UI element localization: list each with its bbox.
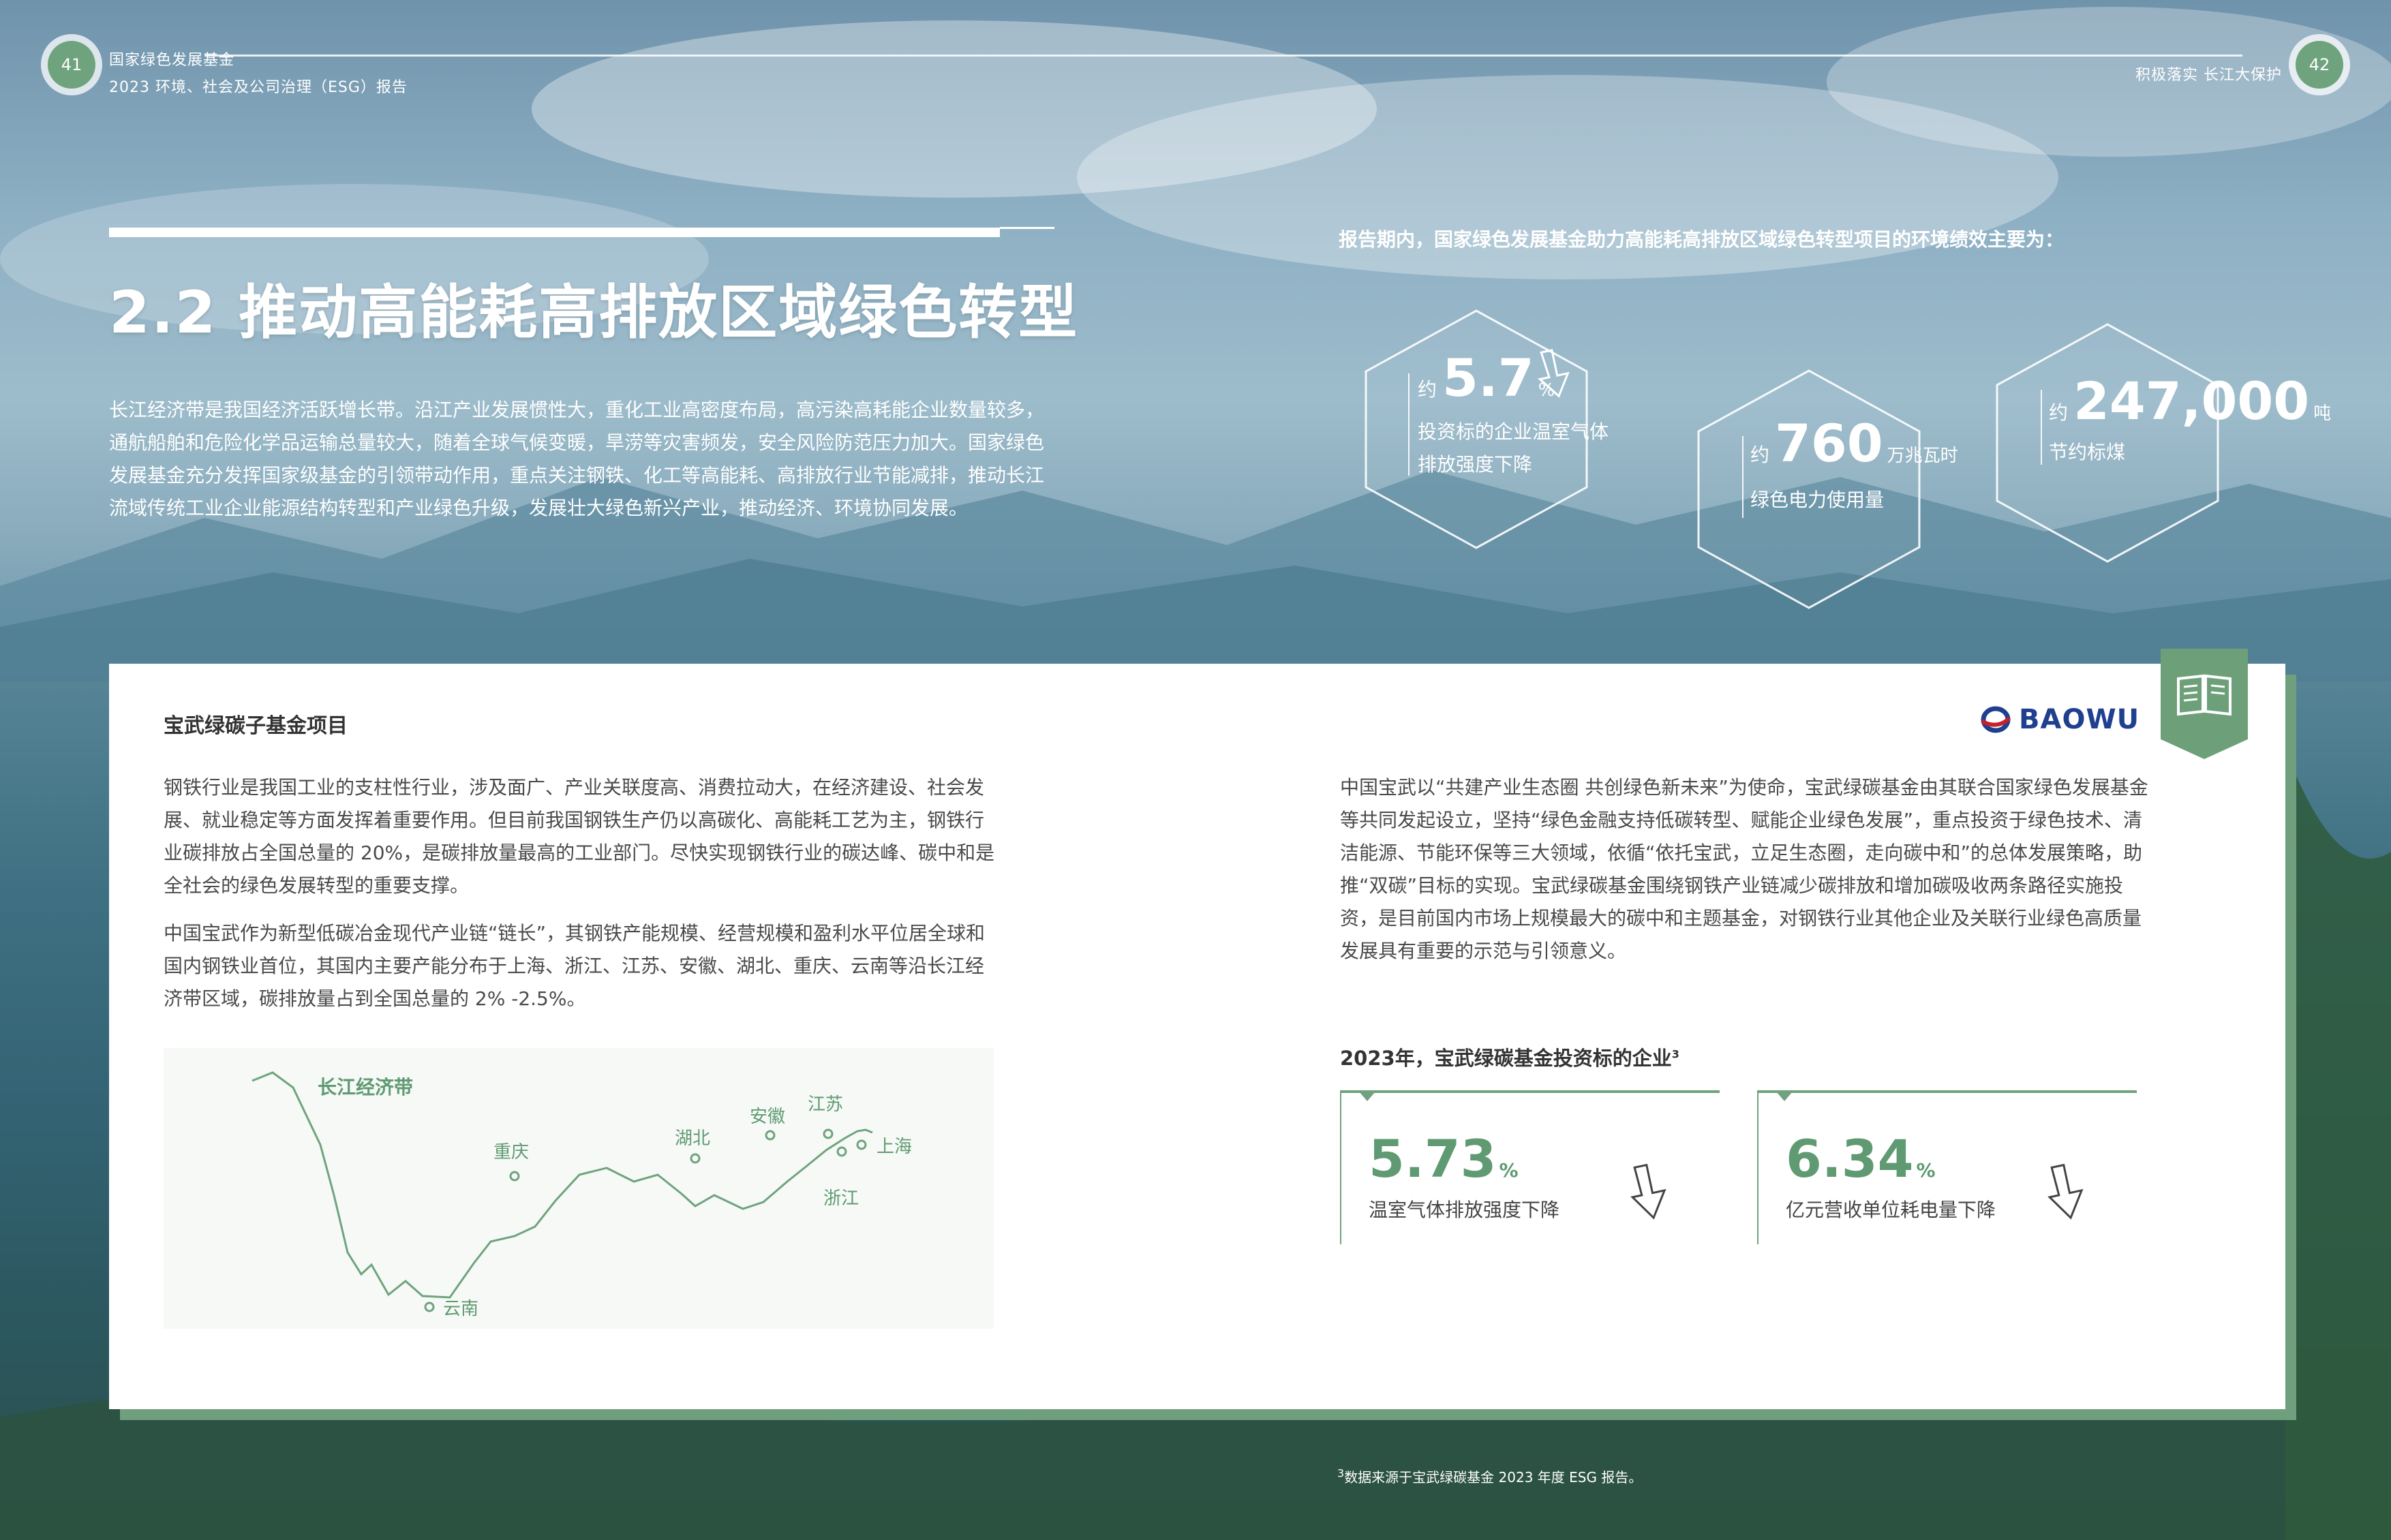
kpi-card-notch: [1359, 1092, 1375, 1101]
title-bar: [109, 228, 1000, 237]
header-rule: [204, 55, 2242, 57]
footnote: 3数据来源于宝武绿碳基金 2023 年度 ESG 报告。: [1337, 1466, 1642, 1486]
kpi-power-unit: %: [1916, 1159, 1936, 1182]
stat-2-prefix: 约: [1750, 444, 1770, 466]
yangtze-river-line: [252, 1071, 873, 1312]
stat-3-prefix: 约: [2049, 401, 2069, 424]
stat-2-accent-bar: [1742, 436, 1743, 518]
kpi-title-text: 2023年，宝武绿碳基金投资标的企业: [1340, 1047, 1672, 1070]
map-label-hubei: 湖北: [675, 1128, 711, 1149]
map-label-anhui: 安徽: [750, 1107, 786, 1127]
down-arrow-icon: [2047, 1163, 2084, 1220]
kpi-power-value: 6.34%: [1786, 1128, 1936, 1189]
kpi-footnote-mark: 3: [1671, 1047, 1679, 1061]
stat-3-desc: 节约标煤: [2049, 441, 2126, 463]
down-arrow-icon: [1538, 349, 1570, 398]
footnote-text: 数据来源于宝武绿碳基金 2023 年度 ESG 报告。: [1344, 1469, 1643, 1485]
performance-title: 报告期内，国家绿色发展基金助力高能耗高排放区域绿色转型项目的环境绩效主要为：: [1339, 228, 2065, 251]
page-number-right: 42: [2296, 41, 2343, 89]
kpi-ghg-desc: 温室气体排放强度下降: [1369, 1199, 1560, 1221]
map-label-chongqing: 重庆: [493, 1142, 530, 1162]
stat-1-prefix: 约: [1418, 378, 1437, 401]
stat-2-desc: 绿色电力使用量: [1750, 489, 1885, 511]
kpi-power-desc: 亿元营收单位耗电量下降: [1786, 1199, 1996, 1221]
stat-1-desc-line2: 排放强度下降: [1418, 453, 1533, 476]
header-report-title: 2023 环境、社会及公司治理（ESG）报告: [109, 79, 408, 96]
baowu-logo: BAOWU: [1977, 703, 2139, 736]
kpi-ghg-number: 5.73: [1369, 1128, 1497, 1189]
map-title: 长江经济带: [318, 1076, 414, 1098]
baowu-logo-icon: [1981, 706, 2011, 733]
kpi-ghg-value: 5.73%: [1369, 1128, 1519, 1189]
map-label-yunnan: 云南: [443, 1299, 479, 1319]
stat-1-accent-bar: [1408, 373, 1410, 476]
section-title: 2.2 推动高能耗高排放区域绿色转型: [109, 279, 1079, 347]
case-heading: 宝武绿碳子基金项目: [164, 714, 348, 738]
case-paragraph-2: 中国宝武作为新型低碳冶金现代产业链“链长”，其钢铁产能规模、经营规模和盈利水平位…: [164, 922, 986, 1010]
stat-green-power: 约 760 万兆瓦时: [1750, 413, 1958, 474]
kpi-ghg-unit: %: [1499, 1159, 1519, 1182]
book-icon: [2177, 674, 2232, 716]
stat-3-value: 247,000: [2073, 371, 2310, 431]
title-bar-extension: [1000, 227, 1054, 229]
case-paragraph-1: 钢铁行业是我国工业的支柱性行业，涉及面广、产业关联度高、消费拉动大，在经济建设、…: [164, 776, 995, 897]
header-org: 国家绿色发展基金: [109, 52, 235, 69]
stat-3-unit: 吨: [2313, 403, 2332, 424]
header-section-name: 积极落实 长江大保护: [2135, 67, 2282, 84]
stat-coal-saving: 约 247,000 吨: [2049, 371, 2331, 431]
stat-1-desc-line1: 投资标的企业温室气体: [1418, 420, 1609, 443]
stat-3-accent-bar: [2041, 390, 2042, 465]
case-paragraph-3: 中国宝武以“共建产业生态圈 共创绿色新未来”为使命，宝武绿碳基金由其联合国家绿色…: [1340, 776, 2148, 962]
footnote-mark: 3: [1337, 1466, 1345, 1480]
kpi-power-number: 6.34: [1786, 1128, 1914, 1189]
map-label-zhejiang: 浙江: [823, 1188, 859, 1209]
stat-2-value: 760: [1775, 413, 1883, 474]
map-label-shanghai: 上海: [877, 1137, 913, 1157]
kpi-section-title: 2023年，宝武绿碳基金投资标的企业3: [1340, 1043, 1679, 1071]
stat-2-unit: 万兆瓦时: [1887, 446, 1958, 466]
kpi-card-power: 6.34% 亿元营收单位耗电量下降: [1757, 1090, 2137, 1244]
yangtze-map: 长江经济带 重庆 湖北 安徽 江苏 上海 浙江 云南: [164, 1048, 994, 1329]
stat-1-desc: 投资标的企业温室气体 排放强度下降: [1418, 416, 1609, 481]
section-intro: 长江经济带是我国经济活跃增长带。沿江产业发展惯性大，重化工业高密度布局，高污染高…: [109, 399, 1045, 519]
bookmark-tab: [2161, 649, 2248, 759]
baowu-logo-text: BAOWU: [2019, 704, 2140, 735]
down-arrow-icon: [1630, 1163, 1666, 1220]
kpi-card-notch: [1776, 1092, 1793, 1101]
map-label-jiangsu: 江苏: [808, 1094, 844, 1115]
kpi-card-ghg: 5.73% 温室气体排放强度下降: [1340, 1090, 1720, 1244]
stat-1-value: 5.7: [1442, 348, 1534, 408]
page-number-left: 41: [48, 41, 95, 89]
